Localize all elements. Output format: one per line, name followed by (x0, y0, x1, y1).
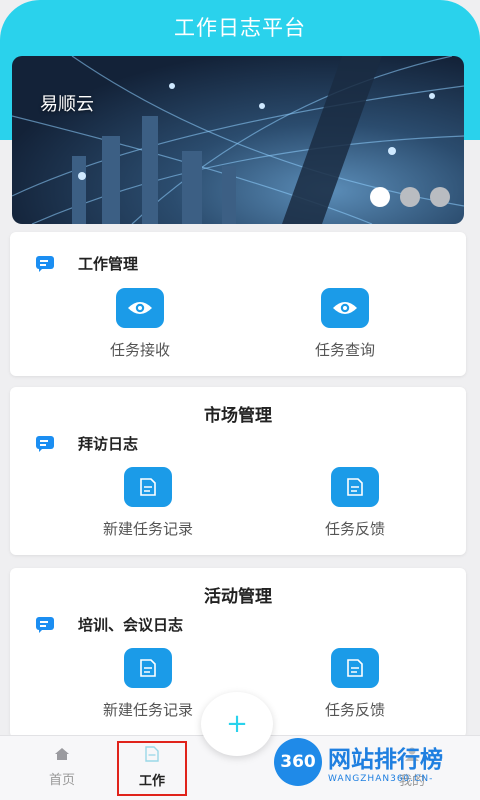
document-icon (124, 467, 172, 507)
card-title: 活动管理 (204, 587, 272, 607)
page-title: 工作日志平台 (174, 16, 306, 40)
action-label: 任务接收 (109, 341, 170, 359)
tab-home[interactable]: 首页 (22, 746, 102, 788)
carousel-dot-1[interactable] (370, 187, 390, 207)
market-management-card: 市场管理 拜访日志 新建任务记录 任务反馈 (10, 387, 466, 555)
add-button[interactable]: + (201, 692, 273, 756)
carousel-dot-2[interactable] (400, 187, 420, 207)
work-management-header: 工作管理 (36, 253, 138, 274)
section-label: 拜访日志 (78, 435, 139, 453)
home-icon (55, 748, 69, 760)
work-management-card: 工作管理 任务接收 任务查询 (10, 232, 466, 376)
action-label: 新建任务记录 (102, 520, 193, 538)
action-label: 任务反馈 (324, 701, 385, 719)
carousel-indicator (370, 187, 450, 207)
message-icon (36, 255, 54, 272)
document-icon (331, 648, 379, 688)
highlight-annotation (117, 741, 187, 796)
carousel-dot-3[interactable] (430, 187, 450, 207)
document-icon (331, 467, 379, 507)
visit-log-header: 拜访日志 (36, 433, 138, 454)
action-label: 任务查询 (314, 341, 375, 359)
message-icon (36, 616, 54, 633)
message-icon (36, 435, 54, 452)
document-icon (124, 648, 172, 688)
section-label: 工作管理 (78, 255, 139, 273)
watermark-badge: 360 (274, 738, 322, 786)
plus-icon: + (226, 709, 248, 739)
task-feedback-button[interactable]: 任务反馈 (270, 648, 440, 720)
task-feedback-button[interactable]: 任务反馈 (270, 467, 440, 539)
watermark-title: 网站排行榜 (328, 747, 443, 773)
watermark-subtitle: WANGZHAN360.CN- (328, 774, 434, 784)
section-label: 培训、会议日志 (78, 616, 184, 634)
eye-icon (321, 288, 369, 328)
card-title: 市场管理 (204, 406, 272, 426)
banner-carousel[interactable]: 易顺云 (12, 56, 464, 224)
action-label: 任务反馈 (324, 520, 385, 538)
task-receive-button[interactable]: 任务接收 (55, 288, 225, 360)
banner-brand-text: 易顺云 (40, 94, 94, 115)
new-task-record-button[interactable]: 新建任务记录 (63, 467, 233, 539)
training-log-header: 培训、会议日志 (36, 614, 183, 635)
eye-icon (116, 288, 164, 328)
tab-label: 首页 (48, 773, 75, 788)
task-query-button[interactable]: 任务查询 (260, 288, 430, 360)
watermark-logo: 360 网站排行榜 WANGZHAN360.CN- (274, 738, 480, 796)
